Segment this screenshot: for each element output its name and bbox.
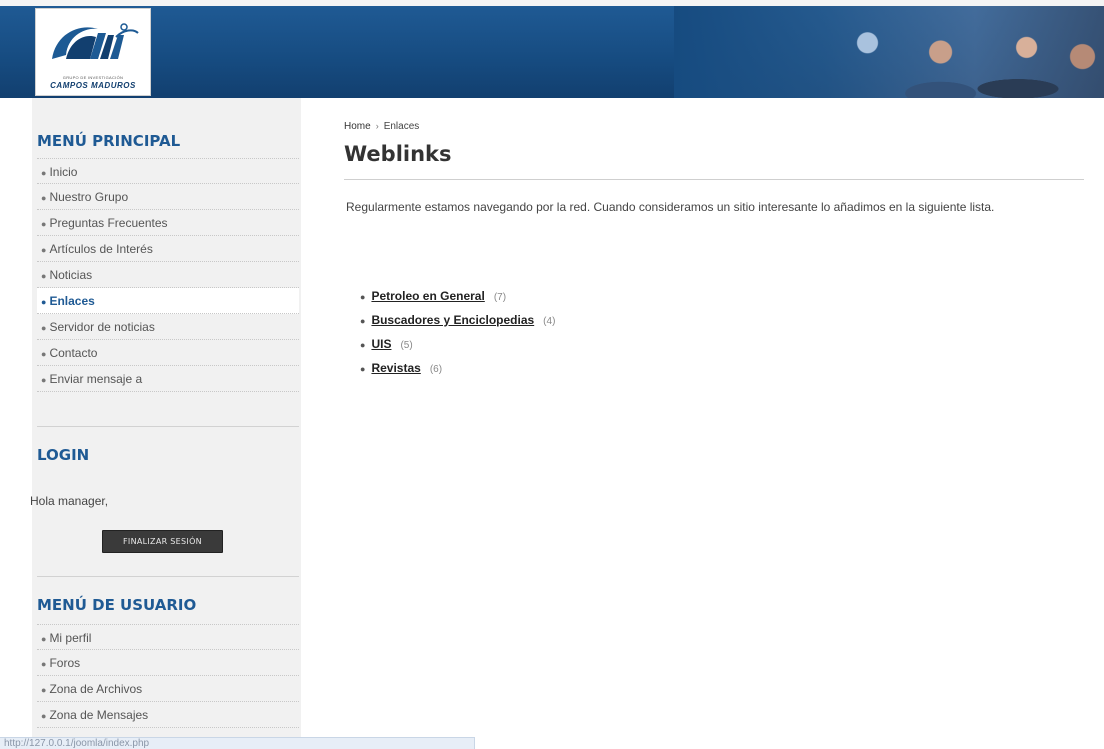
- header-banner-photo: [674, 6, 1104, 98]
- category-link-buscadores[interactable]: Buscadores y Enciclopedias: [371, 313, 534, 327]
- category-count: (6): [429, 364, 443, 375]
- bullet-icon: ●: [360, 364, 366, 374]
- user-menu: ● Mi perfil ● Foros ● Zona de Archivos ● Zon…: [37, 624, 299, 728]
- menu-item-label: Zona de Archivos: [49, 682, 143, 696]
- bullet-icon: ●: [41, 168, 47, 178]
- logo-mark-icon: [52, 23, 139, 59]
- category-link-revistas[interactable]: Revistas: [371, 361, 420, 375]
- menu-item-label: Contacto: [49, 346, 98, 360]
- list-item: ● Revistas (6): [360, 356, 555, 380]
- sidebar: MENÚ PRINCIPAL ● Inicio ● Nuestro Grupo ● P…: [30, 98, 301, 749]
- bullet-icon: ●: [41, 323, 47, 333]
- menu-item-label: Servidor de noticias: [49, 320, 155, 334]
- bullet-icon: ●: [41, 271, 47, 281]
- menu-item-contacto[interactable]: ● Contacto: [37, 340, 299, 366]
- menu-item-label: Enlaces: [49, 294, 95, 308]
- menu-item-label: Preguntas Frecuentes: [49, 216, 168, 230]
- bullet-icon: ●: [360, 340, 366, 350]
- menu-item-label: Artículos de Interés: [49, 242, 153, 256]
- logout-button[interactable]: FINALIZAR SESIÓN: [102, 530, 223, 553]
- bullet-icon: ●: [41, 659, 47, 669]
- menu-item-enlaces[interactable]: ● Enlaces: [37, 288, 299, 314]
- logo-caption: CAMPOS MADUROS: [50, 81, 136, 90]
- browser-status-bar: http://127.0.0.1/joomla/index.php: [0, 737, 475, 749]
- menu-item-preguntas-frecuentes[interactable]: ● Preguntas Frecuentes: [37, 210, 299, 236]
- bullet-icon: ●: [41, 245, 47, 255]
- menu-item-articulos-de-interes[interactable]: ● Artículos de Interés: [37, 236, 299, 262]
- sidebar-divider: [37, 426, 299, 427]
- site-logo[interactable]: GRUPO DE INVESTIGACIÓN CAMPOS MADUROS: [35, 8, 151, 96]
- menu-item-enviar-mensaje[interactable]: ● Enviar mensaje a: [37, 366, 299, 392]
- menu-item-label: Noticias: [49, 268, 93, 282]
- bullet-icon: ●: [360, 292, 366, 302]
- list-item: ● UIS (5): [360, 332, 555, 356]
- list-item: ● Petroleo en General (7): [360, 284, 555, 308]
- category-link-petroleo[interactable]: Petroleo en General: [371, 289, 484, 303]
- weblink-category-list: ● Petroleo en General (7) ● Buscadores y En…: [360, 284, 555, 380]
- bullet-icon: ●: [360, 316, 366, 326]
- site-header: GRUPO DE INVESTIGACIÓN CAMPOS MADUROS: [0, 0, 1104, 98]
- menu-item-zona-de-archivos[interactable]: ● Zona de Archivos: [37, 676, 299, 702]
- menu-item-noticias[interactable]: ● Noticias: [37, 262, 299, 288]
- menu-item-zona-de-mensajes[interactable]: ● Zona de Mensajes: [37, 702, 299, 728]
- page-title: Weblinks: [344, 142, 452, 166]
- category-count: (7): [493, 292, 507, 303]
- breadcrumb-current: Enlaces: [383, 121, 420, 132]
- category-count: (5): [400, 340, 413, 351]
- menu-item-label: Mi perfil: [49, 631, 92, 645]
- bullet-icon: ●: [41, 634, 47, 644]
- bullet-icon: ●: [41, 297, 47, 307]
- menu-item-foros[interactable]: ● Foros: [37, 650, 299, 676]
- main-menu: ● Inicio ● Nuestro Grupo ● Preguntas Frecue…: [37, 158, 299, 392]
- bullet-icon: ●: [41, 349, 47, 359]
- intro-text: Regularmente estamos navegando por la re…: [346, 200, 995, 214]
- menu-item-mi-perfil[interactable]: ● Mi perfil: [37, 624, 299, 650]
- bullet-icon: ●: [41, 711, 47, 721]
- menu-item-label: Enviar mensaje a: [49, 372, 143, 386]
- login-title: LOGIN: [37, 446, 90, 464]
- list-item: ● Buscadores y Enciclopedias (4): [360, 308, 555, 332]
- breadcrumb-home-link[interactable]: Home: [344, 121, 371, 132]
- logo-caption-small: GRUPO DE INVESTIGACIÓN: [62, 75, 124, 80]
- menu-item-servidor-de-noticias[interactable]: ● Servidor de noticias: [37, 314, 299, 340]
- bullet-icon: ●: [41, 219, 47, 229]
- category-count: (4): [543, 316, 556, 327]
- breadcrumb: Home › Enlaces: [344, 121, 419, 132]
- bullet-icon: ●: [41, 375, 47, 385]
- login-greeting: Hola manager,: [30, 494, 109, 508]
- menu-item-label: Nuestro Grupo: [49, 190, 129, 204]
- breadcrumb-separator-icon: ›: [375, 121, 379, 131]
- user-menu-title: MENÚ DE USUARIO: [37, 596, 197, 614]
- sidebar-divider: [37, 576, 299, 577]
- title-divider: [344, 179, 1084, 180]
- category-link-uis[interactable]: UIS: [371, 337, 391, 351]
- menu-item-inicio[interactable]: ● Inicio: [37, 158, 299, 184]
- bullet-icon: ●: [41, 193, 47, 203]
- main-menu-title: MENÚ PRINCIPAL: [37, 132, 181, 150]
- menu-item-label: Foros: [49, 656, 81, 670]
- menu-item-label: Inicio: [49, 165, 78, 179]
- menu-item-label: Zona de Mensajes: [49, 708, 149, 722]
- bullet-icon: ●: [41, 685, 47, 695]
- menu-item-nuestro-grupo[interactable]: ● Nuestro Grupo: [37, 184, 299, 210]
